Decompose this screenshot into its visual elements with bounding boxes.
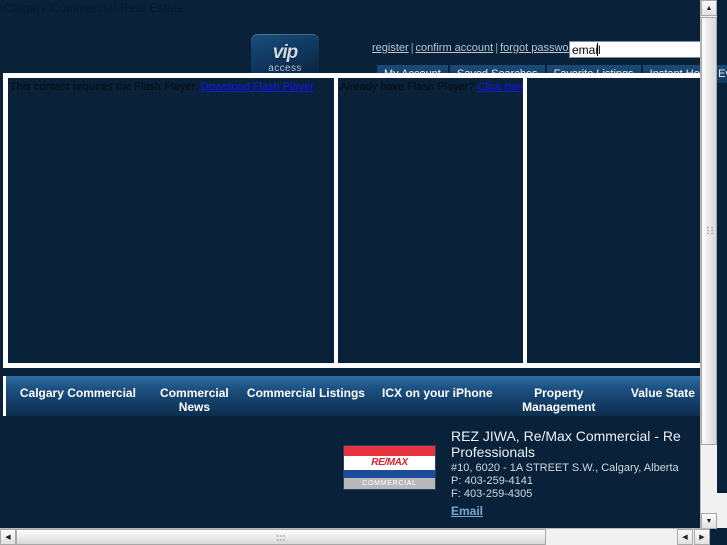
link-separator-1: |: [410, 42, 414, 54]
download-flash-player-link[interactable]: Download Flash Player: [201, 81, 314, 93]
page-title: Calgary Commercial Real Estate: [4, 1, 185, 15]
vertical-scrollbar-thumb[interactable]: [701, 17, 717, 445]
nav-item-value-statement[interactable]: Value State: [616, 376, 710, 400]
horizontal-thumb-grip-icon: [276, 534, 286, 542]
flash-message-main-text: This content requires the Flash Player.: [10, 81, 198, 93]
flash-content-area: This content requires the Flash Player. …: [3, 73, 712, 368]
flash-panel-main: This content requires the Flash Player. …: [7, 77, 335, 364]
remax-commercial-logo: RE/MAX COMMERCIAL: [343, 445, 436, 490]
nav-item-calgary-commercial[interactable]: Calgary Commercial: [6, 376, 150, 400]
logo-white-stripe: RE/MAX: [344, 456, 435, 470]
flash-panel-tertiary: [526, 77, 712, 364]
horizontal-scrollbar[interactable]: ◀ ◀ ▶: [0, 528, 710, 545]
scroll-down-arrow-icon[interactable]: ▼: [701, 513, 717, 529]
agency-name-line2: Professionals: [451, 444, 536, 460]
agency-address: #10, 6020 - 1A STREET S.W., Calgary, Alb…: [451, 462, 679, 474]
nav-item-property-management[interactable]: Property Management: [502, 376, 616, 414]
agency-name-line1: REZ JIWA, Re/Max Commercial - Re: [451, 428, 681, 444]
site-header: vip access register | confirm account | forg…: [0, 14, 727, 83]
vertical-thumb-grip-icon: [706, 226, 714, 235]
email-input[interactable]: [569, 41, 710, 58]
agency-phone: P: 403-259-4141: [451, 475, 533, 487]
register-link[interactable]: register: [372, 42, 409, 54]
forgot-password-link[interactable]: forgot password: [500, 42, 578, 54]
remax-brand-text: RE/MAX: [371, 457, 408, 468]
vertical-scrollbar[interactable]: ▲ ▼: [700, 0, 717, 529]
flash-message-secondary: Already have Flash Player? Click here.: [340, 81, 523, 93]
account-links: register | confirm account | forgot password: [372, 42, 578, 58]
flash-panel-secondary: Already have Flash Player? Click here.: [337, 77, 524, 364]
scroll-left-arrow-icon-2[interactable]: ◀: [677, 529, 693, 545]
scroll-right-arrow-icon[interactable]: ▶: [694, 529, 710, 545]
nav-item-commercial-news[interactable]: Commercial News: [150, 376, 239, 414]
vip-logo-word: vip: [272, 42, 298, 63]
nav-item-icx-on-your-iphone[interactable]: ICX on your iPhone: [373, 376, 502, 400]
agency-fax: F: 403-259-4305: [451, 488, 533, 500]
browser-viewport: Calgary Commercial Real Estate vip acces…: [0, 0, 727, 545]
scroll-left-arrow-icon[interactable]: ◀: [0, 529, 16, 545]
remax-division-text: COMMERCIAL: [362, 480, 417, 487]
logo-gray-stripe: COMMERCIAL: [344, 478, 435, 489]
text-cursor: [597, 43, 598, 56]
horizontal-scrollbar-thumb[interactable]: [16, 529, 546, 545]
agency-email-link[interactable]: Email: [451, 504, 483, 518]
flash-message-main: This content requires the Flash Player. …: [10, 81, 314, 93]
logo-blue-stripe: [344, 470, 435, 478]
confirm-account-link[interactable]: confirm account: [416, 42, 494, 54]
main-navigation: Calgary Commercial Commercial News Comme…: [3, 376, 710, 416]
scroll-up-arrow-icon[interactable]: ▲: [701, 0, 717, 16]
logo-red-stripe: [344, 446, 435, 456]
click-here-link[interactable]: Click here.: [478, 81, 523, 93]
agency-contact-info: REZ JIWA, Re/Max Commercial - Re Profess…: [451, 428, 710, 520]
flash-message-secondary-text: Already have Flash Player?: [340, 81, 475, 93]
nav-item-commercial-listings[interactable]: Commercial Listings: [239, 376, 373, 400]
